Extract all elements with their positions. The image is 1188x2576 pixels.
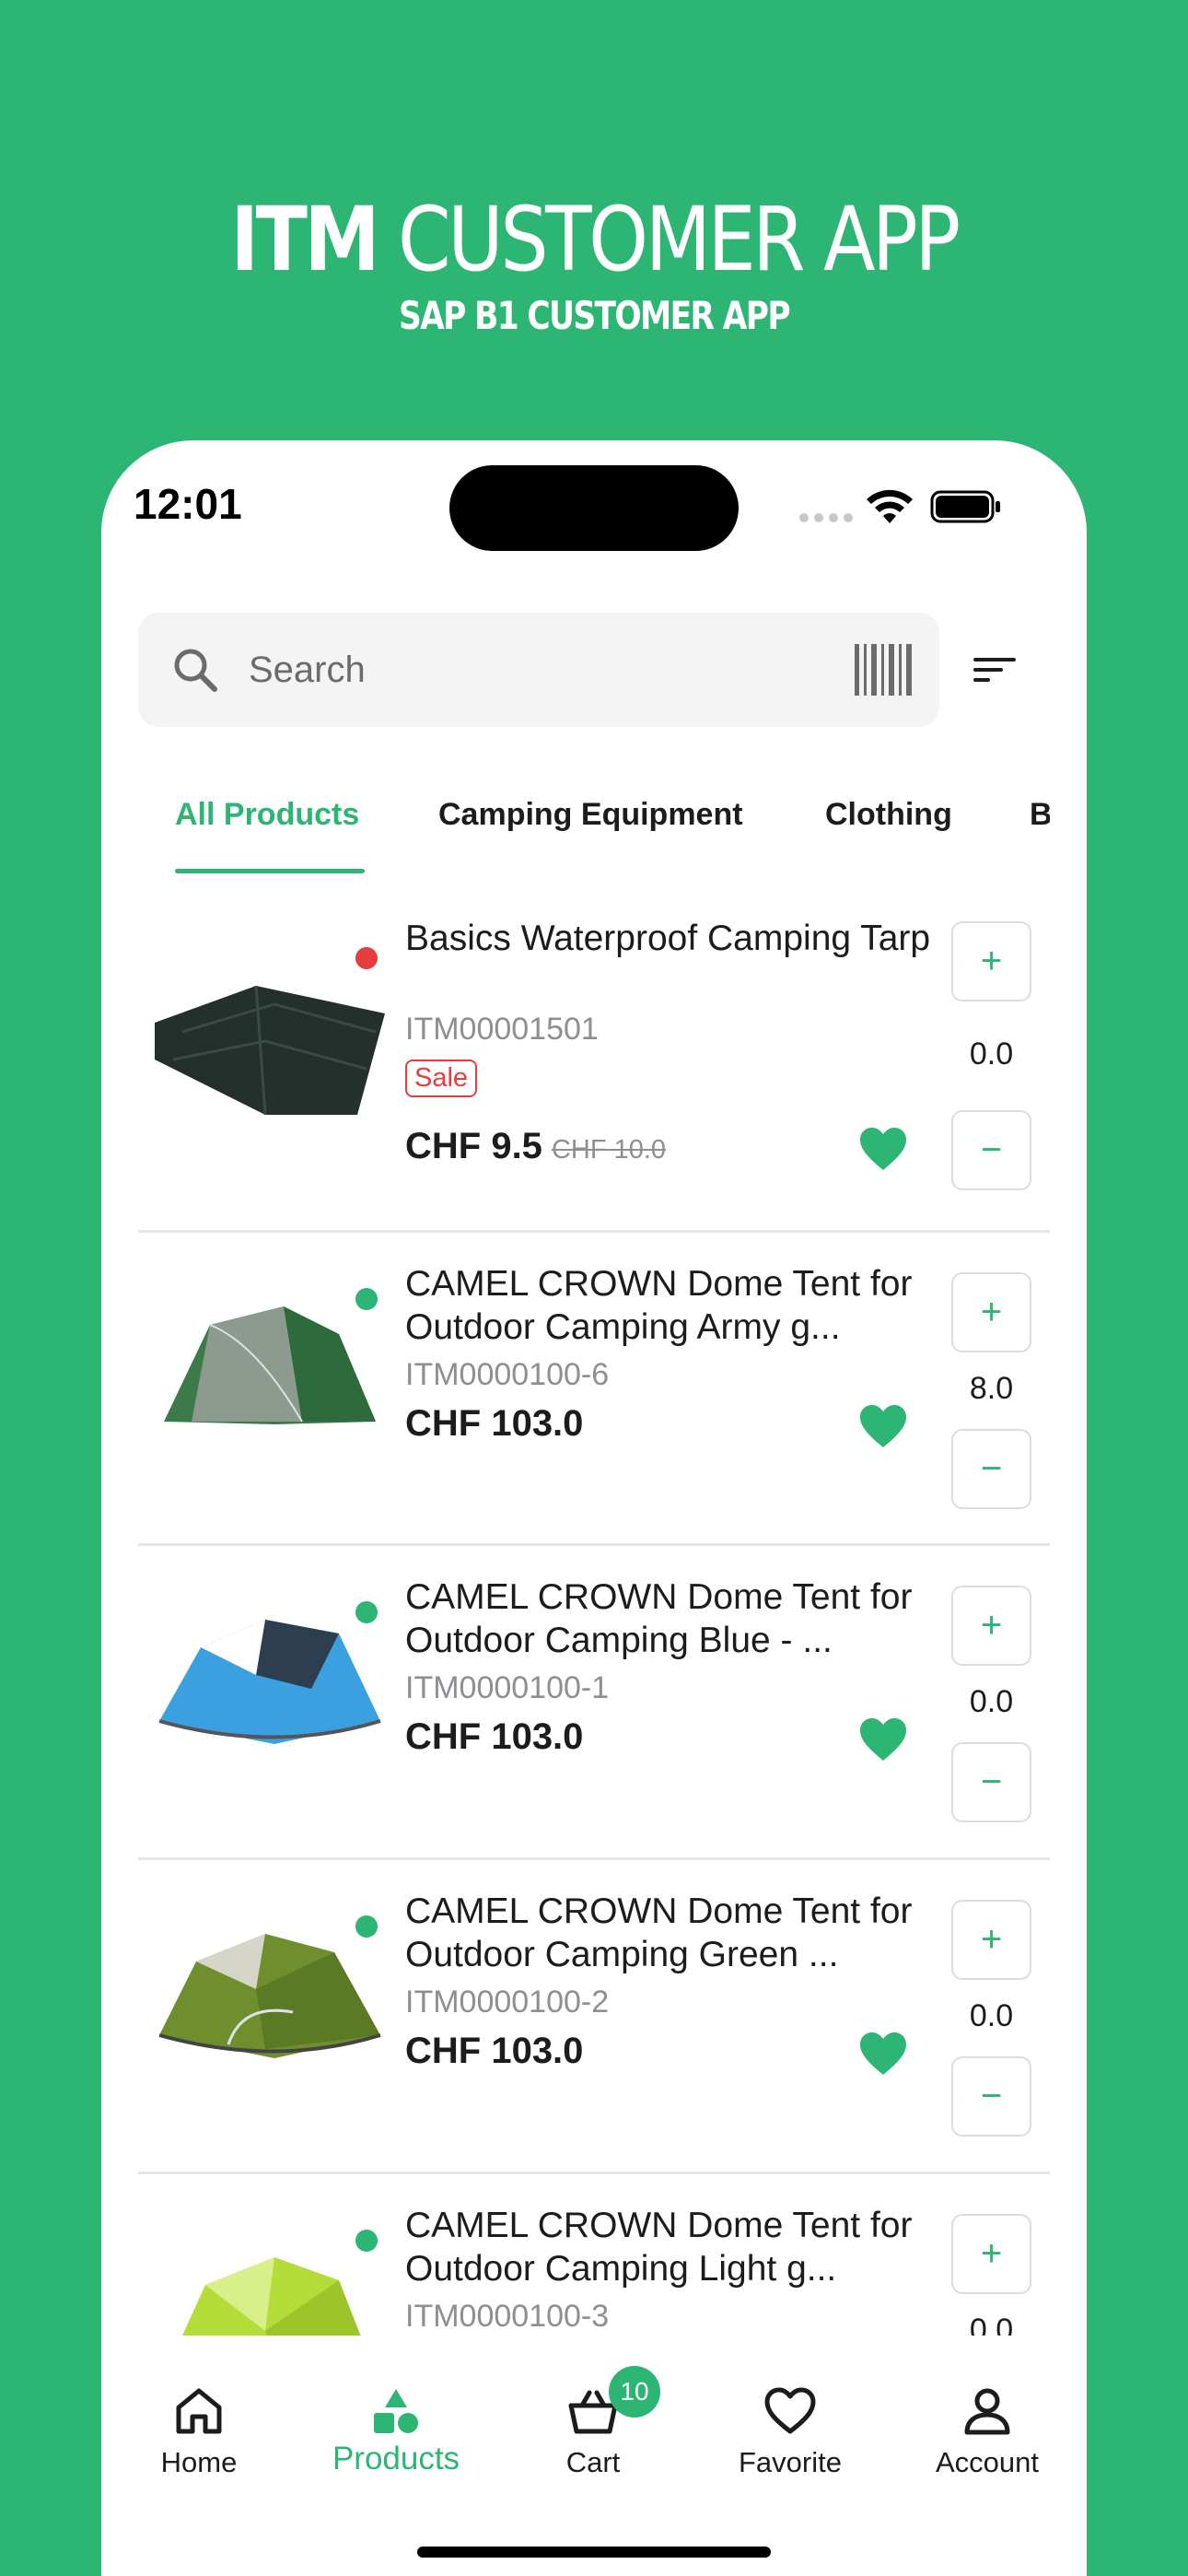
decrease-quantity-button[interactable]: − — [951, 1110, 1031, 1190]
quantity-value: 0.0 — [969, 1036, 1014, 1071]
favorite-heart-icon[interactable] — [858, 1403, 908, 1449]
increase-quantity-button[interactable]: + — [951, 1586, 1031, 1666]
wifi-icon — [867, 489, 913, 523]
old-price: CHF 10.0 — [551, 1135, 667, 1165]
product-image — [164, 1306, 376, 1424]
product-list: Basics Waterproof Camping Tarp ITM000015… — [138, 884, 1050, 2336]
home-icon — [176, 2388, 222, 2434]
increase-quantity-button[interactable]: + — [951, 921, 1031, 1001]
product-price: CHF 103.0 — [405, 1403, 584, 1444]
increase-quantity-button[interactable]: + — [951, 2214, 1031, 2294]
nav-label: Cart — [565, 2446, 621, 2478]
tab-camping-equipment[interactable]: Camping Equipment — [438, 797, 743, 880]
stock-status-dot — [355, 1915, 378, 1938]
favorite-heart-icon[interactable] — [858, 2031, 908, 2077]
bottom-navigation: Home Products Cart 10 Favorite Account — [101, 2336, 1087, 2576]
decrease-quantity-button[interactable]: − — [951, 1742, 1031, 1822]
cart-count-badge: 10 — [609, 2366, 660, 2418]
product-name[interactable]: CAMEL CROWN Dome Tent for Outdoor Campin… — [405, 1890, 939, 1976]
product-price: CHF 9.5 CHF 10.0 — [405, 1126, 666, 1167]
status-time: 12:01 — [134, 480, 242, 528]
heart-outline-icon — [764, 2387, 816, 2434]
quantity-value: 0.0 — [969, 2313, 1014, 2336]
favorite-heart-icon[interactable] — [858, 1126, 908, 1172]
account-icon — [964, 2388, 1010, 2435]
product-row[interactable]: CAMEL CROWN Dome Tent for Outdoor Campin… — [138, 2174, 1050, 2336]
product-image — [155, 985, 385, 1116]
product-code: ITM0000100-6 — [405, 1357, 610, 1392]
product-name[interactable]: Basics Waterproof Camping Tarp — [405, 917, 939, 960]
search-bar[interactable] — [138, 613, 939, 727]
product-code: ITM0000100-3 — [405, 2299, 610, 2334]
product-name[interactable]: CAMEL CROWN Dome Tent for Outdoor Campin… — [405, 1575, 939, 1662]
nav-label: Home — [160, 2446, 238, 2478]
product-price: CHF 103.0 — [405, 1716, 584, 1757]
product-name[interactable]: CAMEL CROWN Dome Tent for Outdoor Campin… — [405, 1262, 939, 1349]
stock-status-dot — [355, 1288, 378, 1310]
stock-status-dot — [355, 947, 378, 969]
stock-status-dot — [355, 1601, 378, 1623]
nav-cart[interactable]: Cart 10 — [501, 2336, 685, 2479]
search-input[interactable] — [249, 640, 764, 699]
nav-label: Favorite — [739, 2446, 842, 2478]
product-code: ITM00001501 — [405, 1012, 599, 1047]
quantity-value: 8.0 — [969, 1371, 1014, 1406]
products-icon — [374, 2389, 418, 2433]
nav-favorite[interactable]: Favorite — [698, 2336, 882, 2479]
nav-account[interactable]: Account — [895, 2336, 1079, 2479]
app-title: ITM CUSTOMER APP — [83, 189, 1104, 290]
tab-clothing[interactable]: Clothing — [825, 797, 952, 880]
tab-all-products[interactable]: All Products — [175, 797, 359, 880]
category-tabs: All Products Camping Equipment Clothing … — [138, 788, 1050, 880]
quantity-value: 0.0 — [969, 1684, 1014, 1719]
product-row[interactable]: CAMEL CROWN Dome Tent for Outdoor Campin… — [138, 1546, 1050, 1860]
product-code: ITM0000100-2 — [405, 1985, 610, 2020]
increase-quantity-button[interactable]: + — [951, 1900, 1031, 1980]
app-title-light: CUSTOMER APP — [398, 188, 961, 291]
battery-icon — [930, 490, 1000, 523]
product-row[interactable]: CAMEL CROWN Dome Tent for Outdoor Campin… — [138, 1233, 1050, 1546]
nav-products[interactable]: Products — [304, 2336, 488, 2477]
product-row[interactable]: CAMEL CROWN Dome Tent for Outdoor Campin… — [138, 1860, 1050, 2174]
filter-icon[interactable] — [972, 650, 1018, 689]
barcode-scan-icon[interactable] — [855, 644, 912, 696]
product-image — [158, 1620, 381, 1744]
nav-home[interactable]: Home — [107, 2336, 291, 2479]
home-indicator[interactable] — [417, 2547, 771, 2558]
decrease-quantity-button[interactable]: − — [951, 1429, 1031, 1509]
active-tab-indicator — [175, 869, 365, 873]
product-image — [158, 1934, 381, 2058]
product-code: ITM0000100-1 — [405, 1670, 610, 1705]
sale-badge: Sale — [405, 1060, 478, 1097]
search-icon — [174, 649, 217, 692]
app-subtitle: SAP B1 CUSTOMER APP — [398, 293, 791, 338]
quantity-value: 0.0 — [969, 1998, 1014, 2033]
cellular-signal-icon — [799, 513, 853, 522]
nav-label: Products — [332, 2441, 460, 2476]
tab-more[interactable]: B — [1030, 797, 1050, 880]
current-price: CHF 9.5 — [405, 1126, 542, 1166]
decrease-quantity-button[interactable]: − — [951, 2056, 1031, 2137]
increase-quantity-button[interactable]: + — [951, 1272, 1031, 1352]
stock-status-dot — [355, 2230, 378, 2252]
product-name[interactable]: CAMEL CROWN Dome Tent for Outdoor Campin… — [405, 2204, 939, 2290]
favorite-heart-icon[interactable] — [858, 1716, 908, 1762]
app-title-bold: ITM — [230, 188, 379, 291]
dynamic-island — [449, 465, 739, 551]
nav-label: Account — [935, 2446, 1039, 2478]
product-price: CHF 103.0 — [405, 2031, 584, 2071]
product-image — [182, 2257, 361, 2336]
product-row[interactable]: Basics Waterproof Camping Tarp ITM000015… — [138, 884, 1050, 1233]
